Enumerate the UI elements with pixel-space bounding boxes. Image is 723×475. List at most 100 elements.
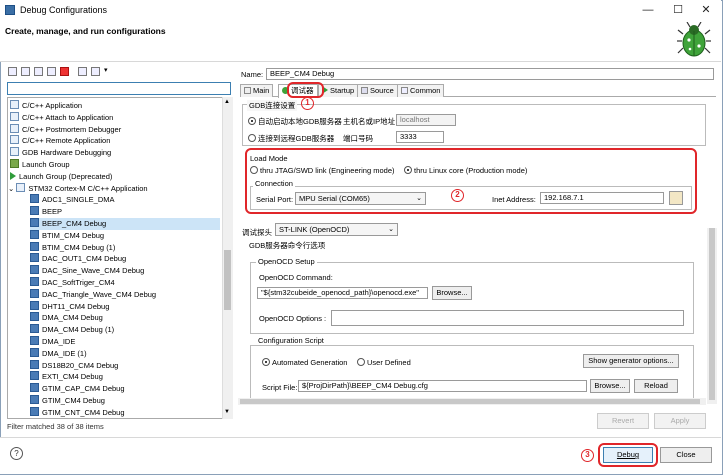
config-hscrollbar-thumb[interactable] [240,399,700,404]
script-file-label: Script File: [262,383,298,392]
tree-item-category[interactable]: C/C++ Attach to Application [10,111,220,124]
new-config-icon[interactable] [8,67,17,76]
tree-item-config[interactable]: DHT11_CM4 Debug [30,300,220,313]
header-banner: Create, manage, and run configurations [0,20,721,62]
tree-item-category[interactable]: Launch Group [10,159,220,171]
minimize-button[interactable]: — [634,2,662,18]
config-icon [30,206,39,216]
tab-common[interactable]: Common [397,84,445,97]
tree-item-config[interactable]: ADC1_SINGLE_DMA [30,194,220,206]
export-icon[interactable] [34,67,43,76]
filter-input[interactable] [7,82,231,95]
port-input[interactable]: 3333 [396,131,444,143]
openocd-options-input[interactable] [331,310,684,326]
tree-item-category[interactable]: C/C++ Remote Application [10,135,220,147]
bug-icon [677,22,711,57]
app-icon [5,5,15,15]
tree-item-category[interactable]: C/C++ Application [10,100,220,112]
tree-item-label: DHT11_CM4 Debug [42,301,110,311]
filter-status: Filter matched 38 of 38 items [7,422,104,431]
tree-item-config[interactable]: DMA_CM4 Debug [30,312,220,324]
config-icon [30,218,39,227]
config-icon [30,336,39,345]
config-icon [30,347,39,357]
tab-source[interactable]: Source [357,84,398,97]
automated-generation-radio[interactable]: Automated Generation [262,358,347,367]
openocd-browse-button[interactable]: Browse... [432,286,472,300]
tree-item-category[interactable]: ⌄ STM32 Cortex-M C/C++ Application [8,182,218,195]
tree-item-config[interactable]: GTIM_CNT_CM4 Debug [30,406,220,418]
name-input[interactable]: BEEP_CM4 Debug [266,68,714,80]
script-file-input[interactable]: ${ProjDirPath}\BEEP_CM4 Debug.cfg [298,380,587,392]
openocd-command-input[interactable]: "${stm32cubeide_openocd_path}\openocd.ex… [257,287,428,299]
config-icon [30,194,39,204]
close-window-button[interactable]: ✕ [692,2,720,18]
user-defined-radio[interactable]: User Defined [357,358,411,367]
tree-item-label: DMA_CM4 Debug [42,313,103,323]
tree-item-label: GDB Hardware Debugging [22,148,112,158]
host-input[interactable]: localhost [396,114,456,126]
window-title: Debug Configurations [20,5,108,15]
annotation-box-debug [598,443,658,467]
tree-item-config[interactable]: BTIM_CM4 Debug [30,229,220,242]
tree-item-config[interactable]: DS18B20_CM4 Debug [30,359,220,372]
tree-item-config[interactable]: BEEP [30,206,220,218]
delete-icon[interactable] [60,67,69,76]
duplicate-icon[interactable] [47,67,56,76]
revert-button[interactable]: Revert [597,413,649,429]
probe-label: 调试探头 [242,228,272,237]
tree-item-config[interactable]: GTIM_CM4 Debug [30,395,220,407]
tree-item-config[interactable]: DAC_OUT1_CM4 Debug [30,253,220,265]
tree-item-config[interactable]: BEEP_CM4 Debug [30,218,220,230]
collapse-all-icon[interactable] [78,67,87,76]
tree-item-config[interactable]: DAC_SoftTriger_CM4 [30,277,220,289]
filter-dropdown-icon[interactable]: ▾ [104,66,108,74]
tree-item-config[interactable]: DMA_CM4 Debug (1) [30,324,220,336]
tree-item-config[interactable]: DMA_IDE (1) [30,347,220,360]
openocd-setup-title: OpenOCD Setup [256,257,317,266]
config-icon [30,406,39,416]
annotation-marker-3: 3 [581,449,594,462]
close-button[interactable]: Close [660,447,712,463]
scroll-up-icon[interactable]: ▲ [224,99,230,105]
tree-item-category[interactable]: Launch Group (Deprecated) [10,171,220,183]
title-bar: Debug Configurations — ☐ ✕ [0,0,721,20]
tree-item-config[interactable]: GTIM_CAP_CM4 Debug [30,383,220,395]
script-browse-button[interactable]: Browse... [590,379,630,393]
tree-item-config[interactable]: BTIM_CM4 Debug (1) [30,241,220,254]
tree-item-label: DMA_IDE [42,337,76,346]
filter-icon[interactable] [91,67,100,76]
tree-item-label: DMA_CM4 Debug (1) [42,325,115,335]
remote-gdb-radio[interactable]: 连接到远程GDB服务器 [248,133,334,144]
config-scrollbar-thumb[interactable] [709,228,715,400]
openocd-options-label: OpenOCD Options : [259,314,327,323]
tree-scrollbar-thumb[interactable] [224,250,231,310]
category-icon [16,182,26,192]
tree-item-config[interactable]: DAC_Triangle_Wave_CM4 Debug [30,288,220,301]
tab-main[interactable]: Main [240,84,274,97]
tab-startup[interactable]: Startup [318,84,359,97]
show-generator-options-button[interactable]: Show generator options... [583,354,679,368]
tree-item-config[interactable]: EXTI_CM4 Debug [30,371,220,383]
tree-item-config[interactable]: DAC_Sine_Wave_CM4 Debug [30,265,220,277]
probe-select[interactable]: ST-LINK (OpenOCD) ⌄ [275,223,398,236]
scroll-down-icon[interactable]: ▼ [224,409,230,415]
help-icon[interactable]: ? [10,447,23,460]
tree-item-label: C/C++ Attach to Application [22,112,114,122]
maximize-button[interactable]: ☐ [664,2,692,18]
new-prototype-icon[interactable] [21,67,30,76]
config-icon [30,229,39,239]
expand-chevron-icon[interactable]: ⌄ [8,184,16,193]
tree-item-category[interactable]: C/C++ Postmortem Debugger [10,123,220,136]
config-icon [30,241,39,251]
tree-item-config[interactable]: DMA_IDE [30,336,220,348]
apply-button[interactable]: Apply [654,413,706,429]
config-icon [30,395,39,404]
launch-icon [10,171,16,180]
config-icon [30,288,39,298]
reload-button[interactable]: Reload [634,379,678,393]
tree-item-category[interactable]: GDB Hardware Debugging [10,147,220,159]
local-gdb-radio[interactable]: 自动启动本地GDB服务器 [248,116,342,127]
host-label: 主机名或IP地址 [343,117,396,126]
tree-item-label: GTIM_CAP_CM4 Debug [42,384,125,394]
